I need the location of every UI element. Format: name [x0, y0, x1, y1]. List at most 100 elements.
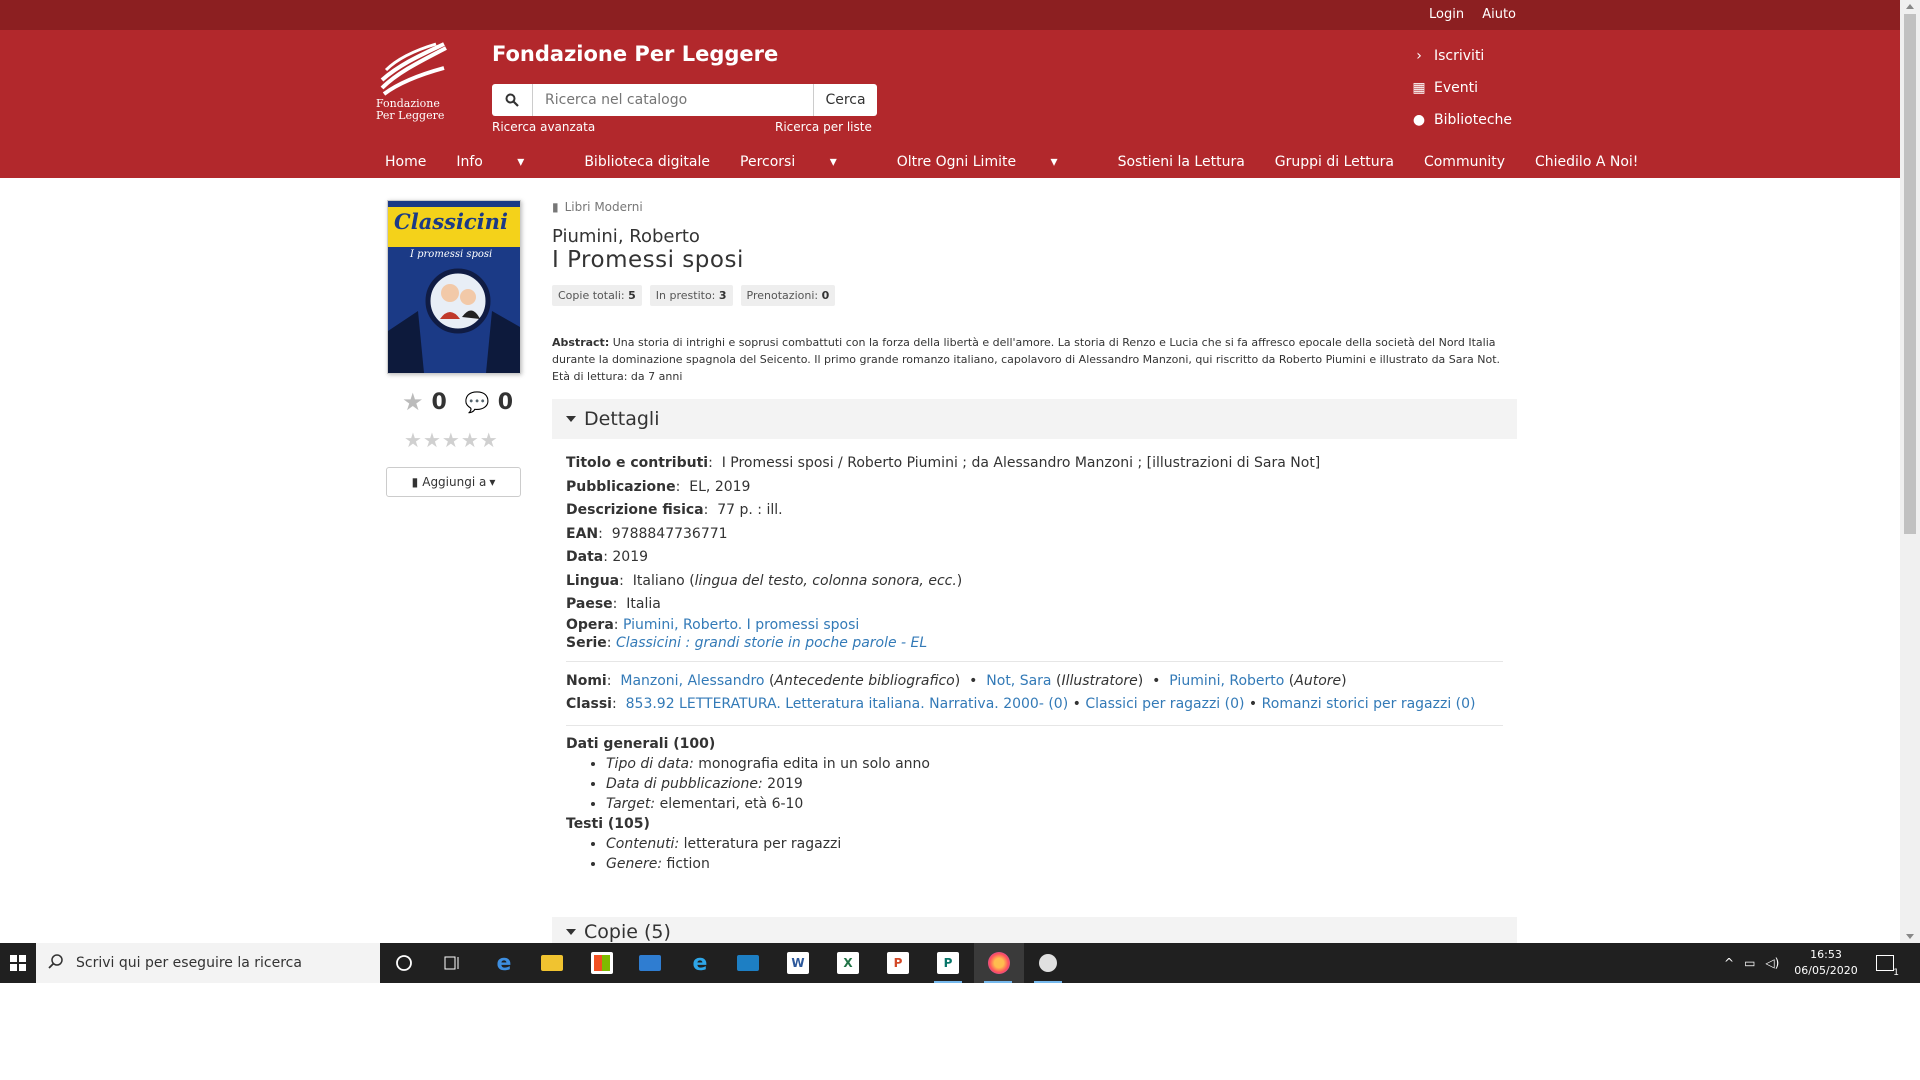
- site-logo[interactable]: Fondazione Per Leggere: [376, 42, 450, 128]
- file-explorer-icon[interactable]: [528, 943, 576, 983]
- list-item: Target: elementari, età 6-10: [606, 794, 1503, 814]
- remote-desktop-icon[interactable]: [724, 943, 772, 983]
- firefox-icon[interactable]: [974, 943, 1024, 983]
- paint-icon[interactable]: [1024, 943, 1072, 983]
- main-navigation: Home Info ▾ Biblioteca digitale Percorsi…: [385, 154, 1668, 170]
- star-icon[interactable]: ★: [461, 428, 480, 452]
- nav-chiedilo-a-noi[interactable]: Chiedilo A Noi!: [1535, 154, 1638, 170]
- caret-down-icon: ▾: [1050, 154, 1058, 170]
- cover-subtitle: I promessi sposi: [410, 249, 493, 260]
- star-icon[interactable]: ★: [404, 428, 423, 452]
- detail-country: Paese: Italia: [566, 596, 661, 612]
- site-title[interactable]: Fondazione Per Leggere: [492, 42, 778, 66]
- network-icon[interactable]: ▭: [1744, 956, 1755, 970]
- excel-icon[interactable]: X: [824, 943, 872, 983]
- nav-percorsi[interactable]: Percorsi ▾: [740, 154, 867, 170]
- caret-down-icon: ▾: [517, 154, 525, 170]
- publisher-icon[interactable]: P: [924, 943, 972, 983]
- opera-link[interactable]: Piumini, Roberto. I promessi sposi: [623, 617, 859, 633]
- class-link[interactable]: Romanzi storici per ragazzi (0): [1262, 696, 1476, 712]
- volume-icon[interactable]: ◁): [1765, 956, 1779, 970]
- book-icon: ▮: [552, 200, 559, 214]
- search-button[interactable]: Cerca: [813, 84, 877, 116]
- reservations-badge: Prenotazioni: 0: [740, 285, 836, 306]
- detail-publication: Pubblicazione: EL, 2019: [566, 478, 751, 495]
- login-link[interactable]: Login: [1429, 7, 1464, 22]
- search-icon: [48, 953, 64, 973]
- libraries-link[interactable]: ● Biblioteche: [1410, 104, 1512, 136]
- search-icon[interactable]: [492, 84, 533, 116]
- header-right-links: › Iscriviti ▦ Eventi ● Biblioteche: [1410, 40, 1512, 136]
- name-link[interactable]: Piumini, Roberto: [1169, 673, 1284, 689]
- serie-link[interactable]: Classicini : grandi storie in poche paro…: [616, 635, 927, 651]
- copies-panel-toggle[interactable]: Copie (5): [552, 917, 1517, 943]
- availability-badges: Copie totali: 5 In prestito: 3 Prenotazi…: [552, 285, 1517, 306]
- scroll-down-arrow-icon[interactable]: [1906, 934, 1914, 939]
- detail-ean: EAN: 9788847736771: [566, 525, 728, 542]
- comment-count: 0: [497, 389, 514, 415]
- star-icon[interactable]: ★: [423, 428, 442, 452]
- taskbar-clock[interactable]: 16:53 06/05/2020: [1786, 947, 1866, 979]
- comments-icon[interactable]: 💬: [465, 390, 490, 414]
- nav-info[interactable]: Info ▾: [456, 154, 554, 170]
- detail-language: Lingua: Italiano (lingua del testo, colo…: [566, 572, 963, 589]
- page-scrollbar[interactable]: [1900, 0, 1920, 943]
- scroll-up-arrow-icon[interactable]: [1906, 4, 1914, 9]
- store-icon[interactable]: [578, 943, 626, 983]
- nav-sostieni-la-lettura[interactable]: Sostieni la Lettura: [1118, 154, 1245, 170]
- book-cover-image[interactable]: Classicini I promessi sposi: [387, 200, 521, 374]
- chevron-up-icon[interactable]: ^: [1724, 956, 1734, 970]
- advanced-search-link[interactable]: Ricerca avanzata: [492, 120, 595, 134]
- catalog-search-bar: Cerca: [492, 84, 877, 116]
- total-copies-badge: Copie totali: 5: [552, 285, 642, 306]
- cover-title: Classicini: [394, 209, 508, 234]
- star-icon[interactable]: ★: [480, 428, 499, 452]
- powerpoint-icon[interactable]: P: [874, 943, 922, 983]
- word-icon[interactable]: W: [774, 943, 822, 983]
- task-view-icon[interactable]: [428, 943, 476, 983]
- browser-viewport: Login Aiuto Fondazione Per Leggere Fonda…: [0, 0, 1900, 943]
- taskbar-search-box[interactable]: Scrivi qui per eseguire la ricerca: [36, 943, 380, 983]
- name-link[interactable]: Manzoni, Alessandro: [620, 673, 764, 689]
- star-icon[interactable]: ★: [442, 428, 461, 452]
- events-link[interactable]: ▦ Eventi: [1410, 72, 1512, 104]
- logo-swoosh-icon: [380, 42, 447, 96]
- clock-time: 16:53: [1810, 948, 1842, 961]
- nav-oltre-ogni-limite[interactable]: Oltre Ogni Limite ▾: [897, 154, 1088, 170]
- add-to-button[interactable]: ▮ Aggiungi a ▾: [386, 467, 521, 497]
- general-data-heading: Dati generali (100): [566, 735, 716, 752]
- help-link[interactable]: Aiuto: [1482, 7, 1516, 22]
- site-header: Fondazione Per Leggere Fondazione Per Le…: [0, 30, 1900, 178]
- windows-start-icon[interactable]: [0, 943, 36, 983]
- logo-text-line2: Per Leggere: [376, 109, 445, 122]
- nav-home[interactable]: Home: [385, 154, 426, 170]
- windows-taskbar: Scrivi qui per eseguire la ricerca e e W…: [0, 943, 1920, 983]
- list-search-link[interactable]: Ricerca per liste: [775, 120, 872, 134]
- divider: [566, 724, 1503, 726]
- list-item: Genere: fiction: [606, 854, 1503, 874]
- edge-browser-icon[interactable]: e: [480, 943, 528, 983]
- class-link[interactable]: 853.92 LETTERATURA. Letteratura italiana…: [626, 696, 1069, 712]
- signup-link[interactable]: › Iscriviti: [1410, 40, 1512, 72]
- mail-icon[interactable]: [626, 943, 674, 983]
- class-link[interactable]: Classici per ragazzi (0): [1085, 696, 1244, 712]
- scrollbar-thumb[interactable]: [1904, 14, 1916, 534]
- star-rating-input[interactable]: ★★★★★: [404, 428, 499, 452]
- system-tray: ^ ▭ ◁): [1724, 943, 1779, 983]
- record-title: I Promessi sposi: [552, 247, 744, 273]
- internet-explorer-icon[interactable]: e: [676, 943, 724, 983]
- cortana-icon[interactable]: [380, 943, 428, 983]
- detail-names: Nomi: Manzoni, Alessandro (Antecedente b…: [566, 672, 1347, 689]
- chevron-right-icon: ›: [1416, 48, 1422, 64]
- nav-community[interactable]: Community: [1424, 154, 1505, 170]
- name-link[interactable]: Not, Sara: [986, 673, 1051, 689]
- notification-center-icon[interactable]: 1: [1876, 943, 1899, 983]
- texts-list: Contenuti: letteratura per ragazzi Gener…: [566, 834, 1503, 874]
- details-panel-toggle[interactable]: Dettagli: [552, 399, 1517, 439]
- nav-gruppi-di-lettura[interactable]: Gruppi di Lettura: [1275, 154, 1394, 170]
- calendar-icon: ▦: [1412, 80, 1426, 96]
- catalog-search-input[interactable]: [533, 84, 817, 116]
- detail-serie: Serie: Classicini : grandi storie in poc…: [566, 634, 928, 651]
- nav-biblioteca-digitale[interactable]: Biblioteca digitale: [584, 154, 710, 170]
- notification-count: 1: [1893, 968, 1899, 978]
